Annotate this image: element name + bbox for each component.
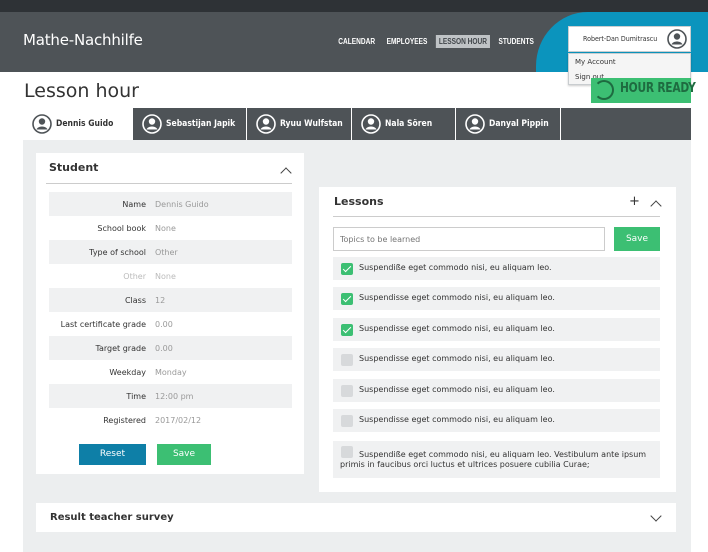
hour-ready-label: HOUR READY (620, 81, 696, 96)
user-avatar-icon (667, 29, 687, 49)
field-label: Weekday (109, 368, 146, 377)
lesson-item[interactable]: Suspendiße eget commodo nisi, eu aliquam… (333, 257, 660, 280)
field-label: Name (122, 200, 146, 209)
add-lesson-icon[interactable]: + (629, 194, 640, 209)
field-label: Time (126, 392, 146, 401)
survey-heading: Result teacher survey (50, 512, 174, 523)
field-row: Class 12 (49, 288, 292, 312)
student-card: Student Name Dennis Guido School book None… (36, 153, 304, 474)
user-menu-button[interactable]: Robert-Dan Dumitrascu (568, 26, 691, 52)
tab-label: Dennis Guido (56, 119, 114, 129)
field-row: Target grade 0.00 (49, 336, 292, 360)
lesson-text: Suspendisse eget commodo nisi, eu aliqua… (359, 293, 555, 302)
save-student-button[interactable]: Save (157, 444, 211, 465)
page-title: Lesson hour (24, 80, 139, 102)
nav-employees[interactable]: EMPLOYEES (383, 35, 430, 48)
hour-ready-button[interactable]: HOUR READY (591, 78, 696, 103)
tab-label: Danyal Pippin (489, 119, 549, 129)
student-avatar-icon (465, 114, 485, 134)
user-name: Robert-Dan Dumitrascu (583, 35, 658, 43)
checkbox-checked[interactable] (341, 324, 353, 336)
tab-label: Nala Sören (385, 119, 433, 129)
student-fields: Name Dennis Guido School book None Type of… (49, 192, 292, 432)
field-value: None (155, 224, 176, 233)
checkbox-unchecked[interactable] (341, 415, 353, 427)
field-row: Registered 2017/02/12 (49, 408, 292, 432)
field-value: Monday (155, 368, 187, 377)
brand-logo[interactable]: Mathe-Nachhilfe (23, 31, 143, 49)
save-topic-button[interactable]: Save (614, 227, 660, 251)
field-value: 12 (155, 296, 166, 305)
student-avatar-icon (142, 114, 162, 134)
field-row: Other None (49, 264, 292, 288)
lesson-text: Suspendisse eget commodo nisi, eu aliqua… (359, 354, 555, 363)
student-avatar-icon (32, 114, 52, 134)
field-value: Dennis Guido (155, 200, 209, 209)
tab-student-1[interactable]: Dennis Guido (23, 108, 133, 140)
lesson-item[interactable]: Suspendisse eget commodo nisi, eu aliqua… (333, 287, 660, 310)
lessons-heading: Lessons (334, 195, 384, 208)
student-avatar-icon (256, 114, 276, 134)
tab-label: Ryuu Wulfstan (280, 119, 343, 129)
lesson-text: Suspendisse eget commodo nisi, eu aliqua… (359, 385, 555, 394)
field-value: None (155, 272, 176, 281)
tab-student-5[interactable]: Danyal Pippin (456, 108, 561, 140)
tab-student-2[interactable]: Sebastijan Japik (133, 108, 247, 140)
field-label: School book (97, 224, 146, 233)
field-value: Other (155, 248, 178, 257)
power-icon (594, 80, 614, 100)
lesson-item[interactable]: Suspendisse eget commodo nisi, eu aliqua… (333, 409, 660, 432)
field-value: 0.00 (155, 344, 173, 353)
survey-panel[interactable]: Result teacher survey (36, 503, 676, 532)
student-tabs: Dennis Guido Sebastijan Japik Ryuu Wulfs… (23, 108, 691, 140)
tab-label: Sebastijan Japik (166, 119, 236, 129)
lesson-item[interactable]: Suspendisse eget commodo nisi, eu aliqua… (333, 348, 660, 371)
field-row: Name Dennis Guido (49, 192, 292, 216)
lesson-item[interactable]: Suspendisse eget commodo nisi, eu aliqua… (333, 318, 660, 341)
collapse-chevron-icon[interactable] (650, 200, 662, 212)
student-heading: Student (49, 161, 99, 174)
checkbox-checked[interactable] (341, 293, 353, 305)
field-row: Last certificate grade 0.00 (49, 312, 292, 336)
top-strip (0, 0, 708, 12)
divider (46, 183, 292, 184)
reset-button[interactable]: Reset (79, 444, 146, 465)
expand-chevron-icon[interactable] (650, 510, 662, 522)
field-label: Target grade (95, 344, 146, 353)
checkbox-unchecked[interactable] (341, 354, 353, 366)
field-value: 2017/02/12 (155, 416, 202, 425)
lesson-item[interactable]: Suspendisse eget commodo nisi, eu aliqua… (333, 379, 660, 402)
checkbox-unchecked[interactable] (341, 385, 353, 397)
checkbox-checked[interactable] (341, 263, 353, 275)
collapse-chevron-icon[interactable] (280, 167, 292, 179)
field-row: School book None (49, 216, 292, 240)
lesson-text: Suspendisse eget commodo nisi, eu aliqua… (359, 324, 555, 333)
lesson-text: Suspendiße eget commodo nisi, eu aliquam… (359, 263, 552, 272)
main-nav: CALENDAR EMPLOYEES LESSON HOUR STUDENTS (335, 35, 537, 48)
field-label: Class (124, 296, 146, 305)
tab-student-3[interactable]: Ryuu Wulfstan (247, 108, 352, 140)
student-avatar-icon (361, 114, 381, 134)
lesson-item[interactable]: Suspendiße eget commodo nisi, eu aliquam… (333, 441, 660, 478)
field-row: Time 12:00 pm (49, 384, 292, 408)
nav-calendar[interactable]: CALENDAR (335, 35, 378, 48)
field-value: 12:00 pm (155, 392, 194, 401)
tab-student-4[interactable]: Nala Sören (352, 108, 456, 140)
field-row: Weekday Monday (49, 360, 292, 384)
field-label: Registered (103, 416, 146, 425)
lesson-text: Suspendisse eget commodo nisi, eu aliqua… (359, 415, 555, 424)
menu-my-account[interactable]: My Account (575, 58, 616, 66)
field-label: Type of school (89, 248, 146, 257)
lesson-text: Suspendiße eget commodo nisi, eu aliquam… (340, 450, 647, 469)
field-label: Other (123, 272, 146, 281)
nav-students[interactable]: STUDENTS (495, 35, 537, 48)
divider (333, 216, 660, 217)
field-row: Type of school Other (49, 240, 292, 264)
lessons-card: Lessons + Save Suspendiße eget commodo n… (319, 187, 676, 492)
field-label: Last certificate grade (60, 320, 146, 329)
nav-lesson-hour[interactable]: LESSON HOUR (435, 35, 491, 48)
topics-input[interactable] (333, 227, 605, 251)
field-value: 0.00 (155, 320, 173, 329)
